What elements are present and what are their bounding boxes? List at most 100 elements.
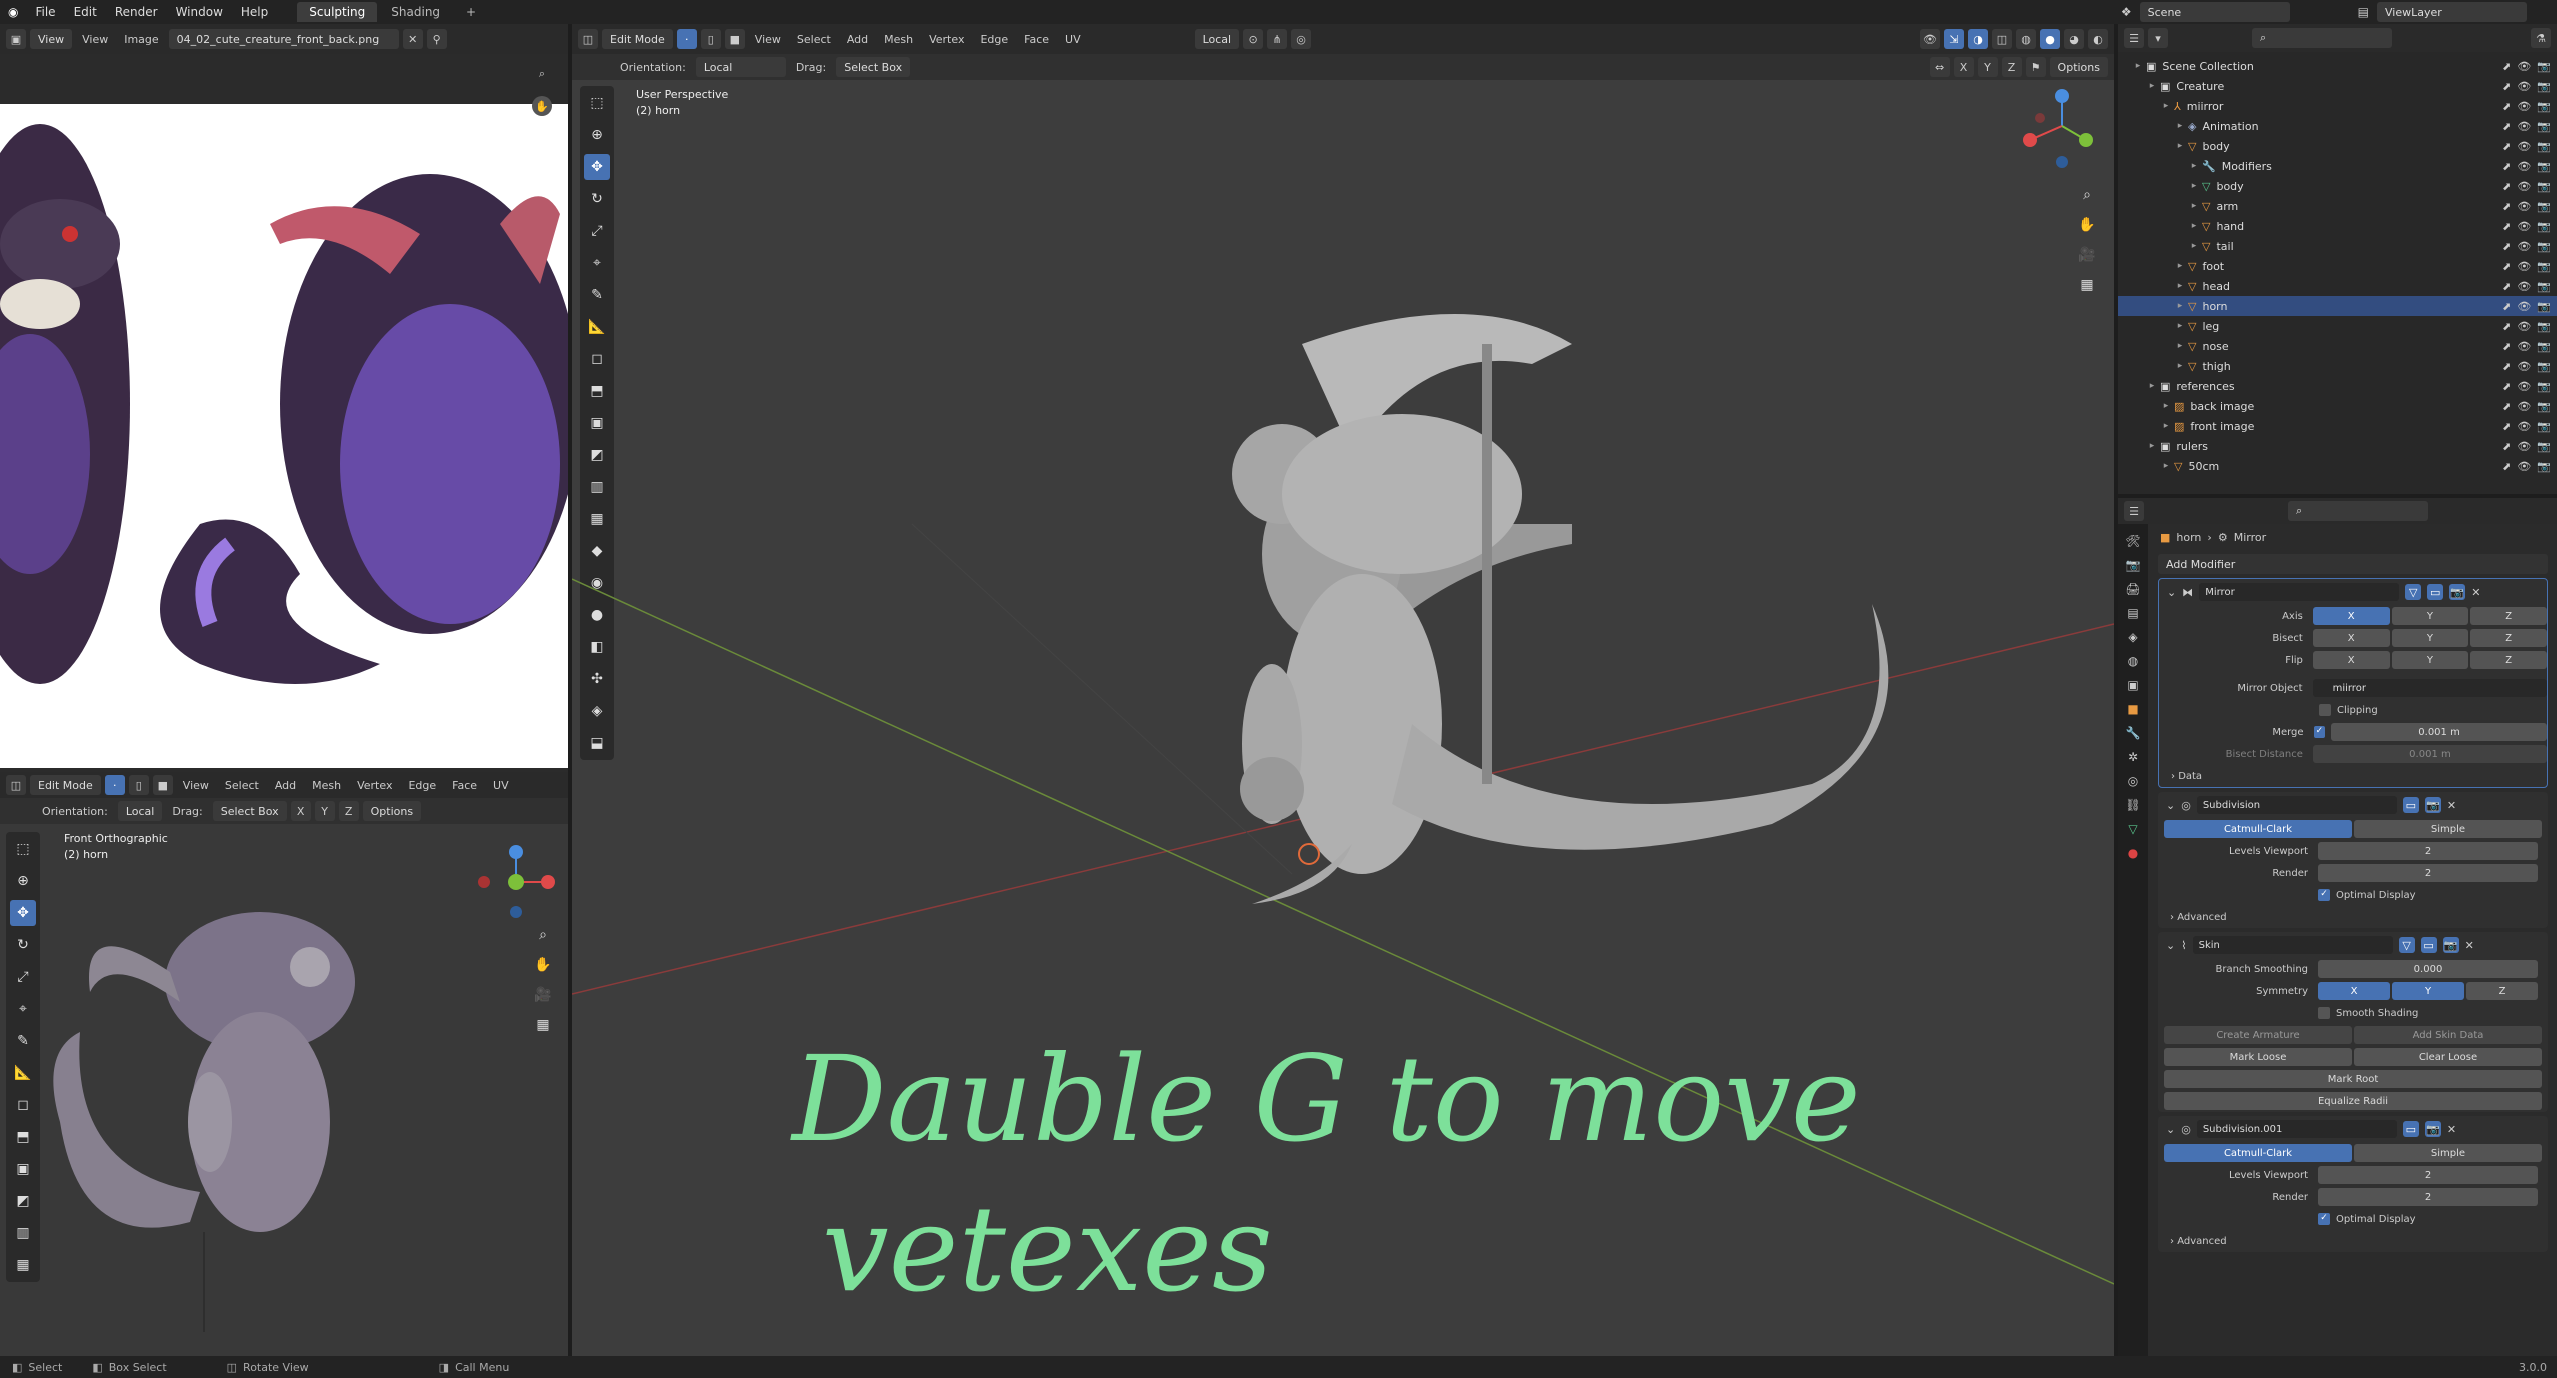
select-arrow-icon[interactable]: ⬈: [2502, 160, 2511, 173]
extrude-tool-icon[interactable]: ⬒: [10, 1124, 36, 1150]
menu-window[interactable]: Window: [167, 5, 232, 19]
catmull-clark-toggle[interactable]: Catmull-Clark: [2164, 820, 2352, 838]
select-arrow-icon[interactable]: ⬈: [2502, 340, 2511, 353]
camera-view-icon[interactable]: 🎥: [2074, 242, 2100, 268]
disclosure-triangle-icon[interactable]: ▸: [2146, 381, 2158, 391]
editor-type-icon[interactable]: ☰: [2124, 501, 2144, 521]
simple-toggle[interactable]: Simple: [2354, 1144, 2542, 1162]
outliner-item-arm[interactable]: ▸ ▽ arm ⬈ 👁 📷: [2118, 196, 2557, 216]
options-button[interactable]: Options: [362, 801, 422, 821]
pan-view-icon[interactable]: ✋: [2074, 212, 2100, 238]
transform-tool-icon[interactable]: ⌖: [10, 996, 36, 1022]
expand-icon[interactable]: ⌄: [2166, 1123, 2175, 1136]
select-arrow-icon[interactable]: ⬈: [2502, 300, 2511, 313]
cursor-tool-icon[interactable]: ⊕: [10, 868, 36, 894]
camera-icon[interactable]: 📷: [2537, 460, 2551, 473]
view-layer-tab-icon[interactable]: ▤: [2127, 606, 2138, 620]
camera-icon[interactable]: 📷: [2537, 440, 2551, 453]
camera-icon[interactable]: 📷: [2537, 60, 2551, 73]
navigation-gizmo[interactable]: [476, 842, 556, 922]
pan-view-icon[interactable]: ✋: [530, 952, 556, 978]
catmull-clark-toggle[interactable]: Catmull-Clark: [2164, 1144, 2352, 1162]
menu-view[interactable]: View: [177, 779, 215, 792]
scene-selector[interactable]: Scene: [2139, 2, 2290, 22]
drag-selector[interactable]: Select Box: [212, 801, 287, 821]
render-levels-field[interactable]: 2: [2318, 1188, 2538, 1206]
expand-icon[interactable]: ›: [2171, 771, 2178, 782]
tab-add-workspace[interactable]: +: [454, 2, 488, 22]
loopcut-tool-icon[interactable]: ▥: [10, 1220, 36, 1246]
bisect-y-toggle[interactable]: Y: [2391, 629, 2469, 647]
camera-icon[interactable]: 📷: [2537, 200, 2551, 213]
camera-icon[interactable]: 📷: [2537, 80, 2551, 93]
tool-tab-icon[interactable]: 🛠: [2125, 534, 2140, 548]
camera-icon[interactable]: 📷: [2537, 220, 2551, 233]
outliner-item-front-image[interactable]: ▸ ▨ front image ⬈ 👁 📷: [2118, 416, 2557, 436]
camera-icon[interactable]: 📷: [2537, 340, 2551, 353]
bisect-distance-field[interactable]: 0.001 m: [2312, 745, 2547, 763]
subdivision2-name-field[interactable]: Subdivision.001: [2196, 1120, 2397, 1138]
menu-help[interactable]: Help: [232, 5, 277, 19]
eye-icon[interactable]: 👁: [2517, 420, 2531, 433]
disclosure-triangle-icon[interactable]: ▸: [2174, 261, 2186, 271]
pin-icon[interactable]: ⚲: [426, 29, 447, 49]
image-view-label[interactable]: View: [76, 33, 114, 46]
image-menu[interactable]: Image: [118, 33, 164, 46]
outliner-item-rulers[interactable]: ▸ ▣ rulers ⬈ 👁 📷: [2118, 436, 2557, 456]
eye-icon[interactable]: 👁: [2517, 300, 2531, 313]
edge-select-icon[interactable]: ▯: [128, 775, 149, 795]
disclosure-triangle-icon[interactable]: ▸: [2174, 121, 2186, 131]
skin-name-field[interactable]: Skin: [2192, 936, 2393, 954]
grid-view-icon[interactable]: ▦: [2074, 272, 2100, 298]
outliner-item-50cm[interactable]: ▸ ▽ 50cm ⬈ 👁 📷: [2118, 456, 2557, 476]
close-icon[interactable]: ✕: [2465, 939, 2474, 952]
editor-type-icon[interactable]: ▣: [6, 29, 26, 49]
menu-file[interactable]: File: [26, 5, 64, 19]
optimal-display-checkbox[interactable]: ✓: [2318, 1213, 2330, 1225]
eye-icon[interactable]: 👁: [2517, 400, 2531, 413]
select-arrow-icon[interactable]: ⬈: [2502, 140, 2511, 153]
select-arrow-icon[interactable]: ⬈: [2502, 120, 2511, 133]
menu-edit[interactable]: Edit: [65, 5, 106, 19]
advanced-subpanel[interactable]: Advanced: [2177, 1236, 2226, 1247]
disclosure-triangle-icon[interactable]: ▸: [2188, 161, 2200, 171]
viewport-icon[interactable]: ▭: [2402, 1121, 2419, 1137]
merge-distance-field[interactable]: 0.001 m: [2331, 723, 2547, 741]
expand-icon[interactable]: ⌄: [2166, 939, 2175, 952]
outliner-item-body[interactable]: ▸ ▽ body ⬈ 👁 📷: [2118, 136, 2557, 156]
bisect-z-toggle[interactable]: Z: [2470, 629, 2547, 647]
eye-icon[interactable]: 👁: [2517, 440, 2531, 453]
vertex-select-icon[interactable]: ·: [104, 775, 125, 795]
select-arrow-icon[interactable]: ⬈: [2502, 240, 2511, 253]
camera-icon[interactable]: 📷: [2537, 360, 2551, 373]
disclosure-triangle-icon[interactable]: ▸: [2160, 421, 2172, 431]
select-arrow-icon[interactable]: ⬈: [2502, 320, 2511, 333]
eye-icon[interactable]: 👁: [2517, 120, 2531, 133]
add-skin-data-button[interactable]: Add Skin Data: [2354, 1026, 2542, 1044]
tab-sculpting[interactable]: Sculpting: [297, 2, 378, 22]
select-arrow-icon[interactable]: ⬈: [2502, 440, 2511, 453]
subdivision-name-field[interactable]: Subdivision: [2196, 796, 2397, 814]
eye-icon[interactable]: 👁: [2517, 140, 2531, 153]
eye-icon[interactable]: 👁: [2517, 180, 2531, 193]
symmetry-y-toggle[interactable]: Y: [2392, 982, 2464, 1000]
viewport-icon[interactable]: ▭: [2420, 937, 2437, 953]
menu-vertex[interactable]: Vertex: [351, 779, 398, 792]
annotate-tool-icon[interactable]: ✎: [10, 1028, 36, 1054]
merge-checkbox[interactable]: ✓: [2313, 726, 2326, 738]
eye-icon[interactable]: 👁: [2517, 380, 2531, 393]
eye-icon[interactable]: 👁: [2517, 240, 2531, 253]
disclosure-triangle-icon[interactable]: ▸: [2174, 321, 2186, 331]
editmode-icon[interactable]: ▽: [2405, 584, 2422, 600]
menu-mesh[interactable]: Mesh: [306, 779, 347, 792]
editor-type-icon[interactable]: ◫: [6, 775, 26, 795]
camera-icon[interactable]: 📷: [2537, 420, 2551, 433]
rotate-tool-icon[interactable]: ↻: [10, 932, 36, 958]
outliner-search-field[interactable]: ⌕: [2252, 28, 2392, 48]
disclosure-triangle-icon[interactable]: ▸: [2174, 281, 2186, 291]
axis-z-toggle[interactable]: Z: [338, 801, 359, 821]
levels-viewport-field[interactable]: 2: [2318, 1166, 2538, 1184]
camera-icon[interactable]: 📷: [2537, 180, 2551, 193]
camera-icon[interactable]: 📷: [2537, 300, 2551, 313]
camera-icon[interactable]: 📷: [2537, 380, 2551, 393]
